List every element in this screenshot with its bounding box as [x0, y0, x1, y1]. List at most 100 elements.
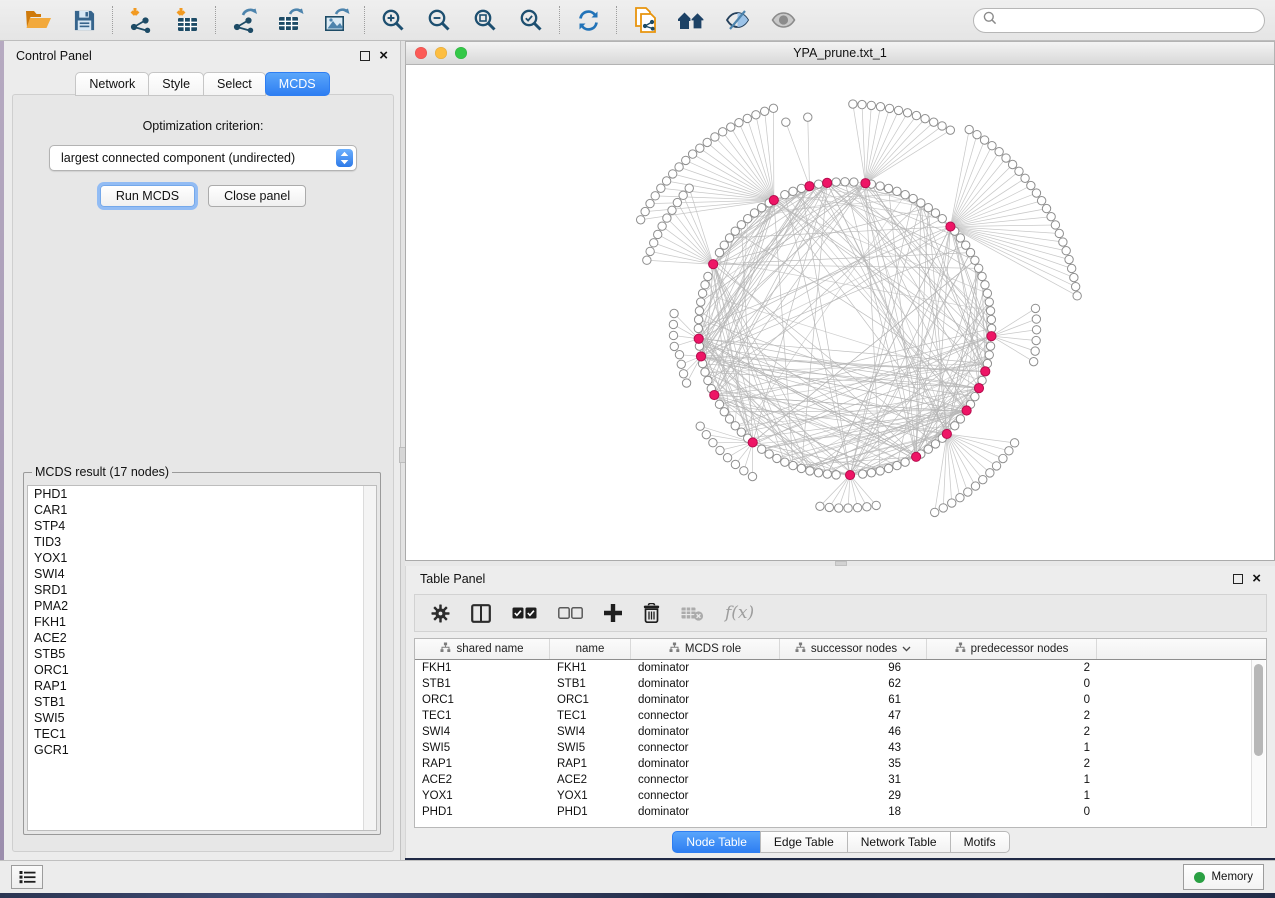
- memory-button[interactable]: Memory: [1183, 864, 1264, 890]
- close-panel-icon[interactable]: ×: [379, 51, 388, 61]
- import-network-icon[interactable]: [126, 5, 156, 35]
- close-window-icon[interactable]: [415, 47, 427, 59]
- mcds-result-item[interactable]: YOX1: [28, 550, 376, 566]
- search-input[interactable]: [1003, 12, 1255, 28]
- close-panel-icon[interactable]: ×: [1252, 574, 1261, 584]
- tab-edge-table[interactable]: Edge Table: [760, 831, 848, 853]
- add-column-icon[interactable]: [604, 604, 622, 622]
- cell-mcds-role: connector: [631, 774, 780, 786]
- cell-predecessor-nodes: 2: [927, 710, 1097, 722]
- search-icon: [983, 11, 997, 30]
- column-type-icon: [955, 642, 966, 656]
- view-group: [617, 5, 811, 35]
- mcds-result-item[interactable]: ORC1: [28, 662, 376, 678]
- import-table-icon[interactable]: [172, 5, 202, 35]
- table-row[interactable]: ORC1ORC1dominator610: [415, 692, 1266, 708]
- close-panel-button[interactable]: Close panel: [208, 185, 306, 207]
- table-header-row: shared namenameMCDS rolesuccessor nodesp…: [415, 639, 1266, 660]
- tab-mcds[interactable]: MCDS: [265, 72, 330, 96]
- cell-successor-nodes: 46: [780, 726, 927, 738]
- mcds-result-item[interactable]: PMA2: [28, 598, 376, 614]
- mcds-result-item[interactable]: STP4: [28, 518, 376, 534]
- table-row[interactable]: RAP1RAP1dominator352: [415, 756, 1266, 772]
- mcds-result-item[interactable]: RAP1: [28, 678, 376, 694]
- trash-icon[interactable]: [643, 603, 660, 623]
- table-row[interactable]: ACE2ACE2connector311: [415, 772, 1266, 788]
- mcds-result-item[interactable]: TID3: [28, 534, 376, 550]
- mcds-result-item[interactable]: CAR1: [28, 502, 376, 518]
- tab-style[interactable]: Style: [148, 72, 204, 96]
- memory-label: Memory: [1211, 871, 1253, 883]
- run-mcds-button[interactable]: Run MCDS: [100, 185, 195, 207]
- main-toolbar: [0, 0, 1275, 41]
- tab-network-table[interactable]: Network Table: [847, 831, 951, 853]
- mcds-result-item[interactable]: GCR1: [28, 742, 376, 758]
- column-header-successor-nodes[interactable]: successor nodes: [780, 639, 927, 659]
- tab-select[interactable]: Select: [203, 72, 266, 96]
- clone-network-icon[interactable]: [630, 5, 660, 35]
- column-header-name[interactable]: name: [550, 639, 631, 659]
- table-row[interactable]: SWI5SWI5connector431: [415, 740, 1266, 756]
- mcds-result-item[interactable]: SWI4: [28, 566, 376, 582]
- mcds-result-item[interactable]: PHD1: [28, 486, 376, 502]
- column-header-predecessor-nodes[interactable]: predecessor nodes: [927, 639, 1097, 659]
- cell-name: FKH1: [550, 662, 631, 674]
- mcds-result-list: PHD1CAR1STP4TID3YOX1SWI4SRD1PMA2FKH1ACE2…: [27, 485, 377, 831]
- open-file-icon[interactable]: [23, 5, 53, 35]
- table-panel: Table Panel × f(x) shared namenameMCDS: [405, 566, 1275, 858]
- network-window-titlebar[interactable]: YPA_prune.txt_1: [405, 41, 1275, 65]
- column-header-mcds-role[interactable]: MCDS role: [631, 639, 780, 659]
- cell-mcds-role: connector: [631, 790, 780, 802]
- zoom-in-icon[interactable]: [378, 5, 408, 35]
- deselect-all-icon[interactable]: [558, 607, 583, 619]
- network-manager-icon[interactable]: [676, 5, 706, 35]
- cell-shared-name: RAP1: [415, 758, 550, 770]
- mcds-result-item[interactable]: STB1: [28, 694, 376, 710]
- table-row[interactable]: YOX1YOX1connector291: [415, 788, 1266, 804]
- task-history-button[interactable]: [11, 865, 43, 889]
- mcds-result-item[interactable]: ACE2: [28, 630, 376, 646]
- zoom-out-icon[interactable]: [424, 5, 454, 35]
- mcds-result-item[interactable]: STB5: [28, 646, 376, 662]
- save-icon[interactable]: [69, 5, 99, 35]
- cell-mcds-role: connector: [631, 742, 780, 754]
- table-row[interactable]: SWI4SWI4dominator462: [415, 724, 1266, 740]
- float-panel-icon[interactable]: [360, 51, 370, 61]
- hide-selected-icon[interactable]: [722, 5, 752, 35]
- maximize-window-icon[interactable]: [455, 47, 467, 59]
- table-scrollbar[interactable]: [1251, 660, 1265, 826]
- mcds-result-item[interactable]: TEC1: [28, 726, 376, 742]
- mcds-result-item[interactable]: SRD1: [28, 582, 376, 598]
- refresh-view-icon[interactable]: [573, 5, 603, 35]
- table-row[interactable]: TEC1TEC1connector472: [415, 708, 1266, 724]
- mcds-list-scrollbar[interactable]: [363, 486, 376, 830]
- mcds-result-item[interactable]: SWI5: [28, 710, 376, 726]
- scrollbar-thumb[interactable]: [1254, 664, 1263, 756]
- table-row[interactable]: STB1STB1dominator620: [415, 676, 1266, 692]
- cell-successor-nodes: 29: [780, 790, 927, 802]
- table-row[interactable]: PHD1PHD1dominator180: [415, 804, 1266, 820]
- tab-node-table[interactable]: Node Table: [672, 831, 761, 853]
- zoom-selected-icon[interactable]: [516, 5, 546, 35]
- optimization-criterion-select[interactable]: largest connected component (undirected): [49, 145, 357, 171]
- cell-predecessor-nodes: 1: [927, 790, 1097, 802]
- float-panel-icon[interactable]: [1233, 574, 1243, 584]
- column-header-shared-name[interactable]: shared name: [415, 639, 550, 659]
- network-canvas[interactable]: [405, 65, 1275, 561]
- cell-mcds-role: dominator: [631, 694, 780, 706]
- tab-motifs[interactable]: Motifs: [950, 831, 1010, 853]
- split-panel-icon[interactable]: [471, 604, 491, 623]
- show-all-icon[interactable]: [768, 5, 798, 35]
- table-row[interactable]: FKH1FKH1dominator962: [415, 660, 1266, 676]
- mcds-result-item[interactable]: FKH1: [28, 614, 376, 630]
- status-bar: Memory: [0, 860, 1275, 893]
- gear-icon[interactable]: [431, 604, 450, 623]
- export-table-icon[interactable]: [275, 5, 305, 35]
- select-all-icon[interactable]: [512, 607, 537, 619]
- tab-network[interactable]: Network: [75, 72, 149, 96]
- zoom-fit-icon[interactable]: [470, 5, 500, 35]
- cell-shared-name: SWI5: [415, 742, 550, 754]
- minimize-window-icon[interactable]: [435, 47, 447, 59]
- export-network-icon[interactable]: [229, 5, 259, 35]
- export-image-icon[interactable]: [321, 5, 351, 35]
